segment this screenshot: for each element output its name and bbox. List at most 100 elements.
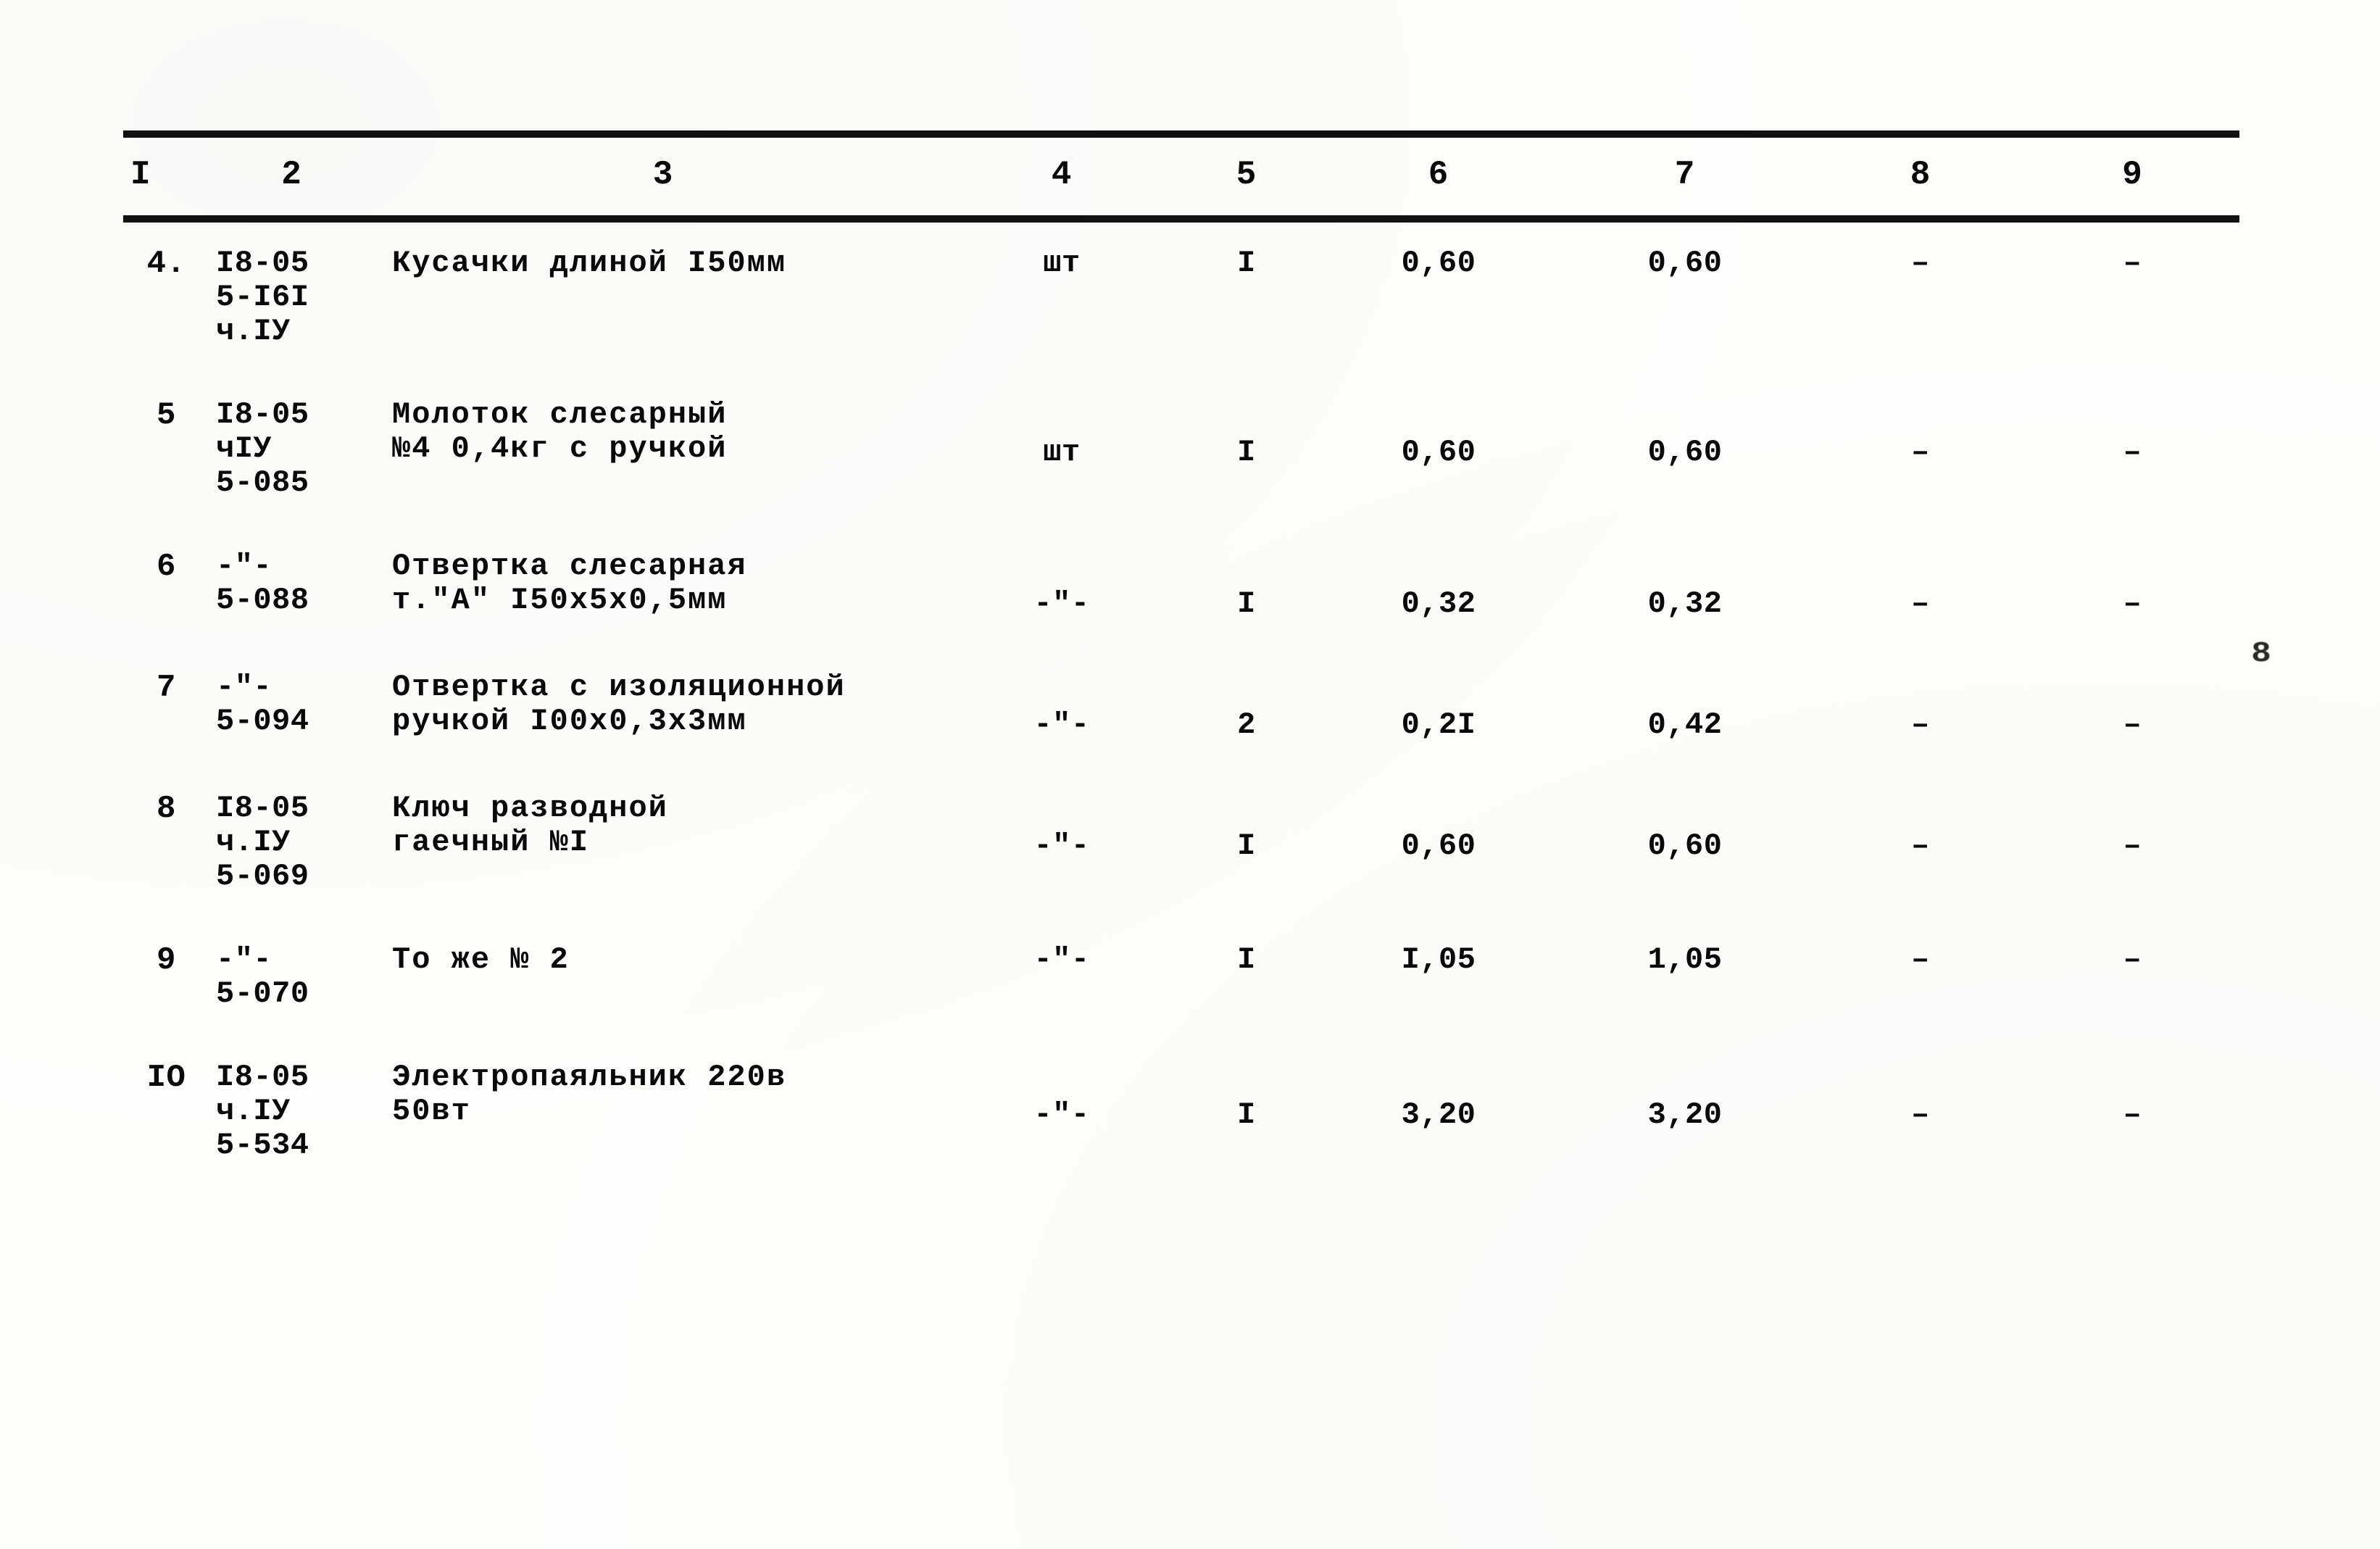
row-unit: шт [953,222,1170,373]
estimate-table: I 2 3 4 5 6 7 8 9 4. I8-05 5-I6I ч.IУ Куса… [123,130,2239,1188]
row-unit-price: 0,60 [1323,222,1555,373]
column-header-7: 7 [1674,156,1696,194]
row-number: 5 [157,397,176,434]
row-unit-value: шт [1043,435,1081,470]
row-number: 6 [157,549,176,586]
row-unit-value: шт [1043,246,1081,281]
column-header-3: 3 [652,156,674,194]
table-row: 5 I8-05 чIУ 5-085 Молоток слесарный №4 0,4… [123,373,2239,525]
row-column-8: – [1815,767,2026,918]
row-column-8-value: – [1911,586,1930,622]
row-unit: -"- [953,525,1170,646]
row-code: I8-05 чIУ 5-085 [216,397,309,501]
table-row: 8 I8-05 ч.IУ 5-069 Ключ разводной гаечный … [123,767,2239,918]
row-unit-value: -"- [1033,586,1090,622]
table-row: 6 -"- 5-088 Отвертка слесарная т."А" I50x5… [123,525,2239,646]
table-body: 4. I8-05 5-I6I ч.IУ Кусачки длиной I50мм шт… [123,222,2239,1188]
row-unit-price: 0,60 [1323,373,1555,525]
row-quantity-value: I [1237,586,1256,622]
row-number: 8 [157,791,176,828]
column-header-1: I [130,156,151,194]
row-column-8-value: – [1911,1097,1930,1133]
row-column-8: – [1815,525,2026,646]
row-quantity-value: I [1237,435,1256,470]
row-unit-price-value: 0,60 [1401,435,1476,470]
row-code: I8-05 5-I6I ч.IУ [216,246,309,349]
row-unit-price: 0,60 [1323,767,1555,918]
column-header-2: 2 [281,156,302,194]
row-total-sum: 0,42 [1555,646,1815,767]
row-unit-value: -"- [1033,1097,1090,1133]
row-column-8-value: – [1911,829,1930,864]
row-column-8: – [1815,1036,2026,1187]
table-row: 7 -"- 5-094 Отвертка с изоляционной ручкой… [123,646,2239,767]
row-unit: шт [953,373,1170,525]
row-quantity-value: I [1237,1097,1256,1133]
row-quantity: I [1170,918,1323,1036]
row-quantity-value: I [1237,942,1256,978]
row-number: 9 [157,942,176,979]
row-code: -"- 5-094 [216,670,309,739]
row-code: I8-05 ч.IУ 5-069 [216,791,309,894]
row-column-9-value: – [2123,707,2142,743]
row-name: Отвертка слесарная т."А" I50x5x0,5мм [392,549,747,618]
row-column-9-value: – [2123,586,2142,622]
row-column-8-value: – [1911,246,1930,281]
row-unit-price-value: 0,60 [1401,829,1476,864]
row-total-sum: 0,60 [1555,767,1815,918]
row-column-9-value: – [2123,1097,2142,1133]
column-header-8: 8 [1910,156,1931,194]
row-column-9-value: – [2123,435,2142,470]
row-quantity: I [1170,525,1323,646]
row-total-sum: 3,20 [1555,1036,1815,1187]
row-column-8: – [1815,646,2026,767]
row-unit-price-value: 3,20 [1401,1097,1476,1133]
row-total-sum-value: 0,60 [1647,435,1723,470]
row-unit-price: 0,32 [1323,525,1555,646]
row-column-8: – [1815,373,2026,525]
row-name: Электропаяльник 220в 50вт [392,1060,787,1129]
row-unit-price-value: I,05 [1401,942,1476,978]
row-unit-price-value: 0,60 [1401,246,1476,281]
row-column-9: – [2026,767,2239,918]
row-unit: -"- [953,767,1170,918]
row-number: 7 [157,670,176,707]
row-number: IO [146,1060,186,1097]
row-column-9-value: – [2123,942,2142,978]
row-unit-price: I,05 [1323,918,1555,1036]
table-header-rule [123,215,2239,222]
table-row: 9 -"- 5-070 То же № 2 -"- I I,05 1,05 – – [123,918,2239,1036]
row-code: -"- 5-088 [216,549,309,618]
row-quantity-value: I [1237,829,1256,864]
table-header-row: I 2 3 4 5 6 7 8 9 [123,137,2239,215]
row-name: Кусачки длиной I50мм [392,246,787,281]
row-unit-price-value: 0,2I [1401,707,1476,743]
row-unit: -"- [953,1036,1170,1187]
column-header-9: 9 [2122,156,2143,194]
row-column-8-value: – [1911,707,1930,743]
row-total-sum: 0,60 [1555,222,1815,373]
row-unit: -"- [953,646,1170,767]
row-column-9: – [2026,1036,2239,1187]
row-total-sum-value: 0,42 [1647,707,1723,743]
row-unit-value: -"- [1033,707,1090,743]
row-quantity: I [1170,1036,1323,1187]
row-code: I8-05 ч.IУ 5-534 [216,1060,309,1163]
row-total-sum-value: 0,60 [1647,246,1723,281]
row-unit-value: -"- [1033,829,1090,864]
row-name: Ключ разводной гаечный №I [392,791,668,860]
table-row: 4. I8-05 5-I6I ч.IУ Кусачки длиной I50мм шт… [123,222,2239,373]
row-quantity-value: 2 [1237,707,1256,743]
table-top-rule [123,130,2239,137]
row-column-9: – [2026,222,2239,373]
row-unit-price-value: 0,32 [1401,586,1476,622]
column-header-4: 4 [1051,156,1073,194]
row-unit: -"- [953,918,1170,1036]
row-total-sum: 0,60 [1555,373,1815,525]
row-column-9: – [2026,373,2239,525]
document-page: I 2 3 4 5 6 7 8 9 4. I8-05 5-I6I ч.IУ Куса… [0,0,2380,1549]
row-total-sum: 0,32 [1555,525,1815,646]
row-column-9: – [2026,918,2239,1036]
page-number-mark: 8 [2251,638,2271,670]
row-unit-price: 3,20 [1323,1036,1555,1187]
